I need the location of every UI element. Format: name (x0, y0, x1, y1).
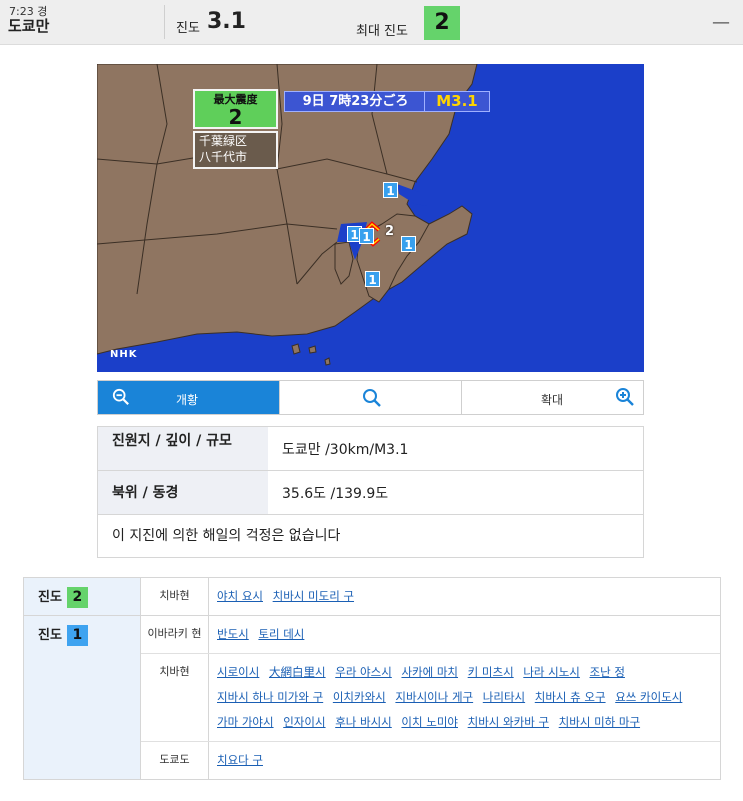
city-link[interactable]: 치요다 구 (217, 753, 263, 767)
info-key: 북위 / 동경 (98, 471, 268, 514)
city-link[interactable]: 토리 데시 (258, 627, 304, 641)
intensity-badge: 1 (66, 625, 88, 646)
prefecture-row: 도쿄도 치요다 구 (141, 742, 720, 779)
city-link[interactable]: 야치 요시 (217, 589, 263, 603)
intensity-level-label: 진도 (38, 628, 62, 643)
zoom-in-button[interactable]: 확대 (461, 381, 643, 414)
city-link[interactable]: 이치카와시 (333, 690, 386, 704)
city-link[interactable]: 나리타시 (483, 690, 525, 704)
intensity-badge: 2 (66, 587, 88, 608)
city-link[interactable]: 반도시 (217, 627, 249, 641)
intensity-point: 1 (401, 236, 416, 252)
city-list: 반도시 토리 데시 (209, 616, 720, 653)
city-link[interactable]: 가마 가야시 (217, 715, 274, 729)
prefecture-list: 이바라키 현 반도시 토리 데시 치바현 시로이시 大網白里시 우라 야스시 사… (141, 616, 720, 779)
max-intensity-label: 최대 진도 (356, 24, 408, 39)
intensity-list: 진도 2 치바현 야치 요시 치바시 미도리 구 진도 1 이바라키 현 반도시 토… (23, 577, 721, 780)
city-link[interactable]: 후나 바시시 (335, 715, 392, 729)
city-link[interactable]: 나라 시노시 (523, 665, 580, 679)
max-intensity-number: 2 (228, 105, 243, 129)
quake-info-table: 진원지 / 깊이 / 규모 도쿄만 /30km/M3.1 북위 / 동경 35.… (97, 426, 644, 558)
city-link[interactable]: 치바시 미하 마구 (559, 715, 640, 729)
map-zoom-bar: 개황 확대 (97, 380, 644, 415)
place-name: 八千代市 (199, 150, 248, 164)
map-magnitude: M3.1 (424, 91, 490, 112)
city-link[interactable]: 지바시 하나 미가와 구 (217, 690, 323, 704)
intensity-level-cell: 진도 2 (24, 578, 141, 615)
info-row: 북위 / 동경 35.6도 /139.9도 (98, 471, 643, 515)
summary-header[interactable]: 7:23 경 도쿄만 진도 3.1 최대 진도 2 — (0, 0, 743, 45)
city-link[interactable]: 이치 노미야 (401, 715, 458, 729)
place-name: 千葉緑区 (199, 134, 248, 148)
city-link[interactable]: 치바시 와카바 구 (468, 715, 549, 729)
prefecture-row: 치바현 야치 요시 치바시 미도리 구 (141, 578, 720, 615)
prefecture-row: 이바라키 현 반도시 토리 데시 (141, 616, 720, 654)
city-link[interactable]: 大網白里시 (269, 665, 326, 679)
map-time: 9日 7時23分ごろ (284, 91, 427, 112)
intensity-point: 1 (359, 228, 374, 244)
info-key: 진원지 / 깊이 / 규모 (98, 427, 268, 470)
max-intensity-places: 千葉緑区 八千代市 (193, 131, 278, 169)
intensity-level-label: 진도 (38, 590, 62, 605)
search-button[interactable] (279, 381, 461, 414)
zoom-out-icon (112, 388, 129, 405)
zoom-in-icon (616, 388, 634, 406)
prefecture-name: 치바현 (141, 654, 209, 741)
info-value: 도쿄만 /30km/M3.1 (282, 441, 409, 458)
intensity-point: 1 (383, 182, 398, 198)
city-link[interactable]: 지바시이나 게구 (395, 690, 473, 704)
city-link[interactable]: 인자이시 (283, 715, 325, 729)
intensity-point-max: 2 (384, 224, 395, 239)
city-list: 치요다 구 (209, 742, 720, 779)
city-list: 야치 요시 치바시 미도리 구 (209, 578, 720, 615)
minus-icon[interactable]: — (712, 12, 730, 33)
intensity-group: 진도 2 치바현 야치 요시 치바시 미도리 구 (24, 578, 720, 616)
zoom-out-label: 개황 (176, 393, 199, 407)
city-link[interactable]: 사카에 마치 (401, 665, 458, 679)
city-link[interactable]: 우라 야스시 (335, 665, 392, 679)
max-intensity-badge: 2 (424, 6, 460, 40)
seismic-map[interactable]: 最大震度 2 千葉緑区 八千代市 9日 7時23分ごろ M3.1 1 1 1 1… (97, 64, 644, 372)
intensity-group: 진도 1 이바라키 현 반도시 토리 데시 치바현 시로이시 大網白里시 우라 야… (24, 616, 720, 779)
city-link[interactable]: 조난 정 (590, 665, 625, 679)
header-divider (164, 5, 165, 39)
city-list: 시로이시 大網白里시 우라 야스시 사카에 마치 키 미츠시 나라 시노시 조난… (209, 654, 720, 741)
city-link[interactable]: 치바시 미도리 구 (273, 589, 354, 603)
prefecture-row: 치바현 시로이시 大網白里시 우라 야스시 사카에 마치 키 미츠시 나라 시노… (141, 654, 720, 742)
city-link[interactable]: 요쓰 카이도시 (615, 690, 682, 704)
prefecture-name: 치바현 (141, 578, 209, 615)
city-link[interactable]: 치바시 츄 오구 (535, 690, 606, 704)
prefecture-name: 이바라키 현 (141, 616, 209, 653)
prefecture-name: 도쿄도 (141, 742, 209, 779)
intensity-point: 1 (365, 271, 380, 287)
intensity-label: 진도 (176, 21, 200, 36)
tsunami-note: 이 지진에 의한 해일의 걱정은 없습니다 (112, 528, 341, 544)
prefecture-list: 치바현 야치 요시 치바시 미도리 구 (141, 578, 720, 615)
info-value: 35.6도 /139.9도 (282, 485, 389, 502)
search-icon (363, 389, 381, 407)
nhk-logo: NHK (110, 349, 138, 360)
max-intensity-box: 最大震度 2 (193, 89, 278, 129)
zoom-out-button[interactable]: 개황 (98, 381, 279, 414)
intensity-level-cell: 진도 1 (24, 616, 141, 779)
epicenter-region: 도쿄만 (8, 17, 50, 35)
intensity-value: 3.1 (207, 9, 246, 34)
zoom-in-label: 확대 (541, 393, 564, 407)
info-row: 진원지 / 깊이 / 규모 도쿄만 /30km/M3.1 (98, 427, 643, 471)
city-link[interactable]: 키 미츠시 (468, 665, 514, 679)
city-link[interactable]: 시로이시 (217, 665, 259, 679)
